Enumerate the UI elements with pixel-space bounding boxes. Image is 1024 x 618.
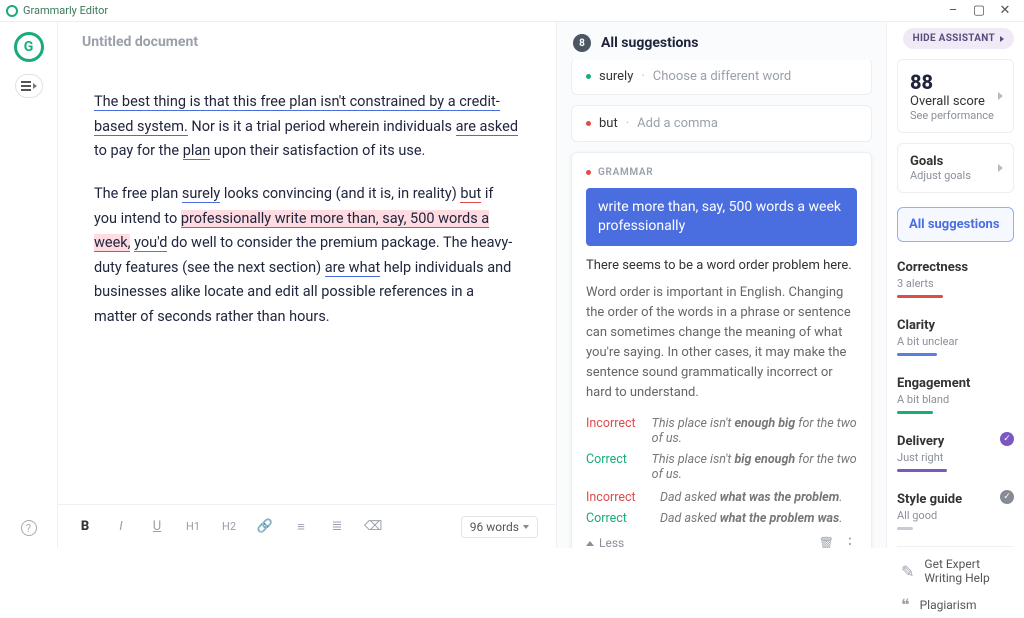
category-bar-icon bbox=[897, 527, 913, 530]
suggestions-header: 8 All suggestions bbox=[557, 22, 886, 60]
expert-help-link[interactable]: ✎ Get Expert Writing Help bbox=[897, 546, 1014, 589]
category-delivery[interactable]: Delivery Just right ✓ bbox=[897, 430, 1014, 474]
suggestions-column: 8 All suggestions surely · Choose a diff… bbox=[556, 22, 886, 548]
text-underline-red[interactable]: you'd bbox=[134, 234, 167, 252]
dismiss-icon[interactable]: 🗑 bbox=[819, 536, 834, 548]
category-bar-icon bbox=[897, 469, 947, 472]
chevron-down-icon bbox=[523, 525, 529, 529]
suggestion-word: surely bbox=[599, 69, 633, 84]
goals-sub: Adjust goals bbox=[910, 169, 1001, 182]
suggestion-card[interactable]: surely · Choose a different word bbox=[571, 60, 872, 95]
suggestion-category: GRAMMAR bbox=[586, 167, 857, 178]
chevron-up-icon bbox=[586, 541, 594, 546]
correctness-dot-icon bbox=[586, 170, 591, 175]
explanation-body: Word order is important in English. Chan… bbox=[586, 283, 857, 404]
category-engagement[interactable]: Engagement A bit bland bbox=[897, 372, 1014, 416]
goals-panel[interactable]: Goals Adjust goals bbox=[897, 143, 1014, 193]
bullet-list-button[interactable]: ≣ bbox=[328, 519, 346, 534]
suggestion-word: but bbox=[599, 116, 618, 131]
suggestion-hint: Add a comma bbox=[637, 116, 718, 131]
h2-button[interactable]: H2 bbox=[220, 520, 238, 533]
example-label-incorrect: Incorrect bbox=[586, 416, 638, 446]
chevron-right-icon bbox=[998, 164, 1003, 172]
word-count-dropdown[interactable]: 96 words bbox=[461, 516, 538, 538]
clarity-dot-icon bbox=[586, 74, 591, 79]
score-sub: See performance bbox=[910, 109, 1001, 122]
plagiarism-link[interactable]: ❝ Plagiarism bbox=[897, 589, 1014, 618]
example-text: Dad asked what the problem was. bbox=[660, 511, 842, 526]
check-badge-icon: ✓ bbox=[1000, 432, 1014, 446]
numbered-list-button[interactable]: ≡ bbox=[292, 519, 310, 535]
editor-toolbar: B I U H1 H2 🔗 ≡ ≣ ⌫ 96 words bbox=[58, 504, 556, 548]
category-bar-icon bbox=[897, 411, 933, 414]
filter-all-suggestions[interactable]: All suggestions bbox=[897, 207, 1014, 242]
link-button[interactable]: 🔗 bbox=[256, 519, 274, 534]
score-label: Overall score bbox=[910, 94, 1001, 109]
assistant-column: HIDE ASSISTANT 88 Overall score See perf… bbox=[886, 22, 1024, 548]
window-maximize-button[interactable]: ▢ bbox=[966, 3, 992, 18]
menu-button[interactable] bbox=[15, 74, 43, 98]
collapse-button[interactable]: Less bbox=[586, 536, 624, 548]
hide-assistant-button[interactable]: HIDE ASSISTANT bbox=[903, 28, 1014, 49]
text-underline-blue[interactable]: surely bbox=[182, 185, 220, 203]
category-bar-icon bbox=[897, 353, 937, 356]
window-title: Grammarly Editor bbox=[23, 4, 108, 17]
explanation-headline: There seems to be a word order problem h… bbox=[586, 258, 857, 273]
expert-icon: ✎ bbox=[901, 562, 914, 581]
correctness-dot-icon bbox=[586, 121, 591, 126]
suggestion-hint: Choose a different word bbox=[653, 69, 791, 84]
suggestion-card[interactable]: but · Add a comma bbox=[571, 105, 872, 142]
more-options-icon[interactable]: ⋮ bbox=[842, 534, 857, 548]
overall-score-panel[interactable]: 88 Overall score See performance bbox=[897, 59, 1014, 133]
apply-correction-button[interactable]: write more than, say, 500 words a week p… bbox=[586, 188, 857, 246]
window-titlebar: Grammarly Editor – ▢ ✕ bbox=[0, 0, 1024, 22]
left-rail: G ? bbox=[0, 22, 58, 548]
example-label-correct: Correct bbox=[586, 511, 646, 526]
word-count-label: 96 words bbox=[470, 520, 519, 534]
check-badge-icon: ✓ bbox=[1000, 490, 1014, 504]
example-label-correct: Correct bbox=[586, 452, 638, 482]
category-bar-icon bbox=[897, 295, 943, 298]
score-value: 88 bbox=[910, 70, 1001, 94]
document-body[interactable]: The best thing is that this free plan is… bbox=[58, 50, 556, 504]
clear-format-button[interactable]: ⌫ bbox=[364, 519, 382, 534]
suggestions-title: All suggestions bbox=[601, 35, 698, 51]
example-text: Dad asked what was the problem. bbox=[660, 490, 842, 505]
help-icon[interactable]: ? bbox=[21, 520, 37, 536]
example-text: This place isn't enough big for the two … bbox=[652, 416, 857, 446]
window-close-button[interactable]: ✕ bbox=[992, 3, 1018, 18]
underline-button[interactable]: U bbox=[148, 519, 166, 534]
editor-column: Untitled document The best thing is that… bbox=[58, 22, 556, 548]
example-label-incorrect: Incorrect bbox=[586, 490, 646, 505]
suggestion-count-badge: 8 bbox=[573, 34, 591, 52]
grammarly-logo-icon[interactable]: G bbox=[14, 32, 44, 62]
chevron-right-icon bbox=[998, 92, 1003, 100]
plagiarism-icon: ❝ bbox=[901, 595, 910, 614]
bold-button[interactable]: B bbox=[76, 519, 94, 534]
goals-label: Goals bbox=[910, 154, 1001, 169]
text-underline-red[interactable]: but bbox=[460, 185, 481, 203]
italic-button[interactable]: I bbox=[112, 519, 130, 534]
h1-button[interactable]: H1 bbox=[184, 520, 202, 533]
suggestions-scroll[interactable]: surely · Choose a different word but · A… bbox=[557, 60, 886, 548]
text-underline-blue[interactable]: are asked bbox=[456, 118, 518, 136]
category-style-guide[interactable]: Style guide All good ✓ bbox=[897, 488, 1014, 532]
document-title[interactable]: Untitled document bbox=[58, 22, 556, 50]
text-underline-blue[interactable]: are what bbox=[325, 259, 380, 277]
chevron-right-icon bbox=[1000, 36, 1004, 42]
grammarly-logo-icon bbox=[6, 5, 18, 17]
window-minimize-button[interactable]: – bbox=[940, 3, 966, 18]
category-clarity[interactable]: Clarity A bit unclear bbox=[897, 314, 1014, 358]
example-text: This place isn't big enough for the two … bbox=[652, 452, 857, 482]
suggestion-card-expanded: GRAMMAR write more than, say, 500 words … bbox=[571, 152, 872, 548]
text-underline-blue[interactable]: plan bbox=[183, 142, 211, 160]
category-correctness[interactable]: Correctness 3 alerts bbox=[897, 256, 1014, 300]
